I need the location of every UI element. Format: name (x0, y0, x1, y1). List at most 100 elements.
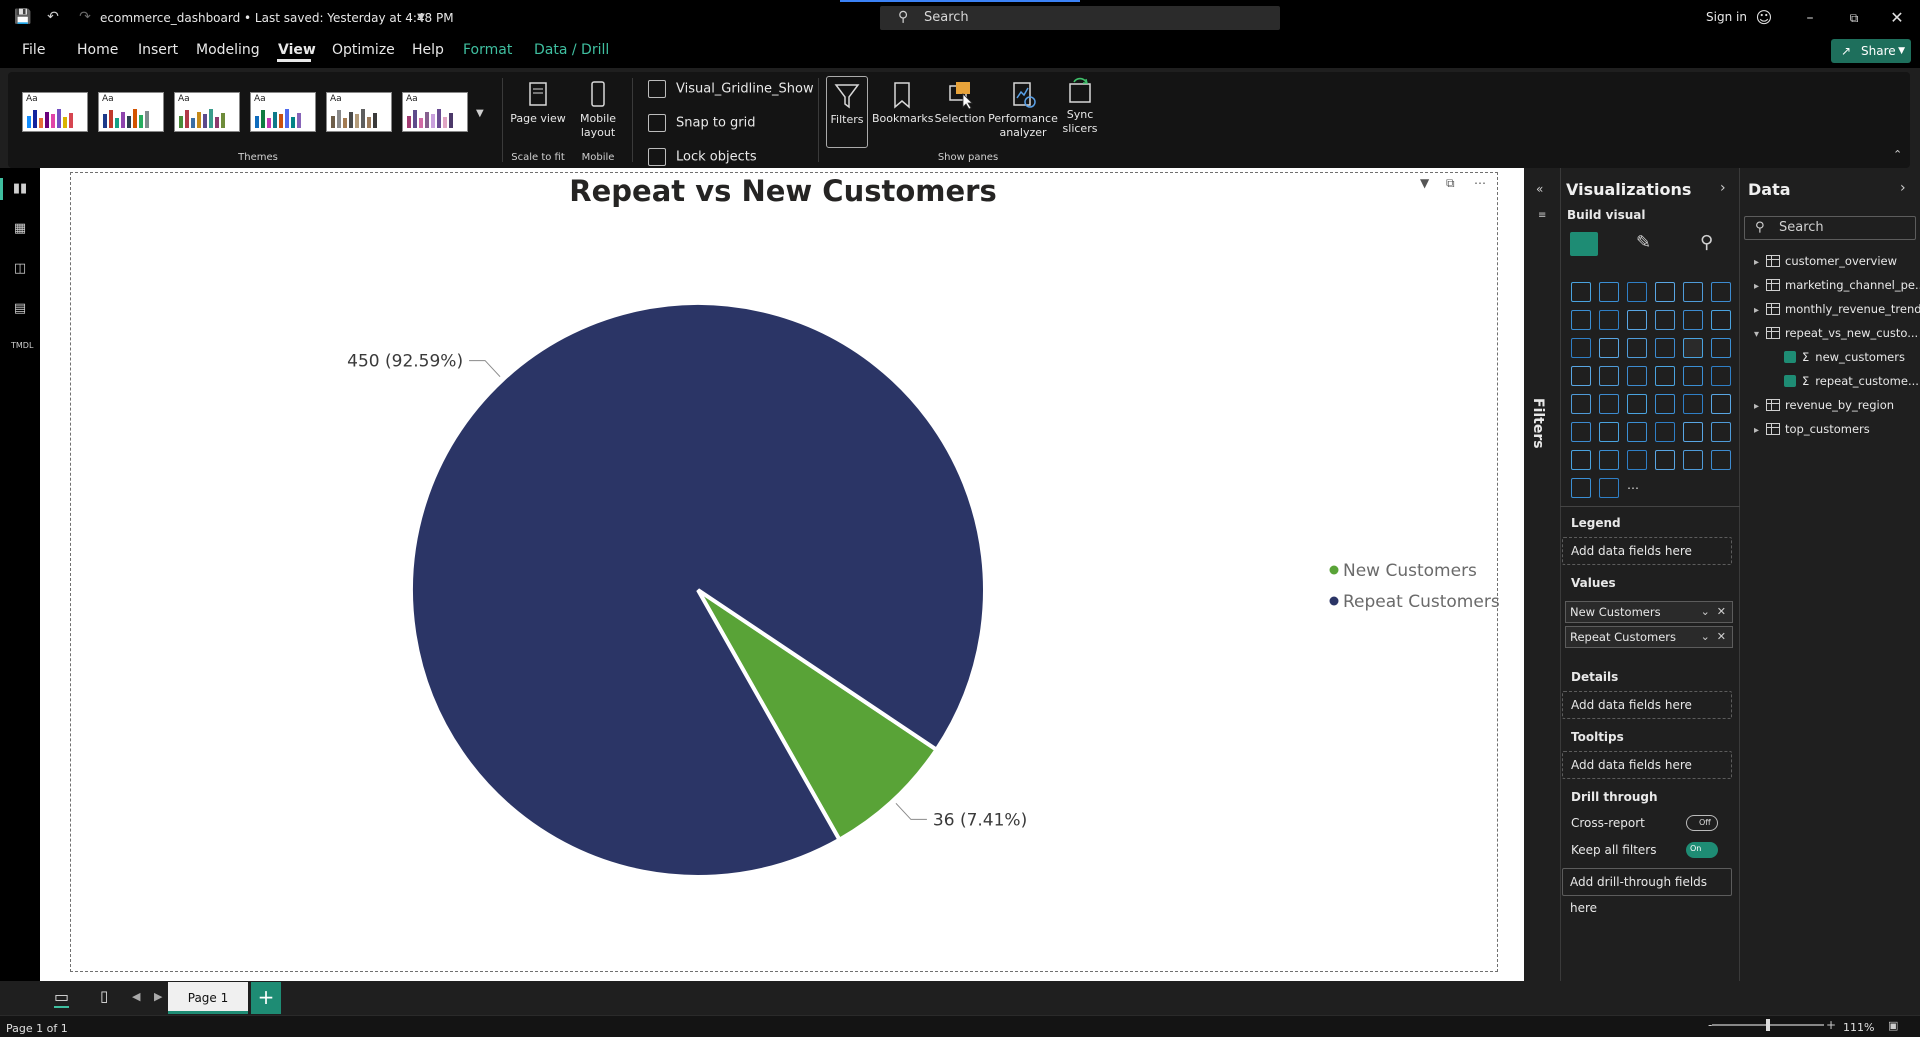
visual-type-icon[interactable] (1571, 422, 1591, 442)
zoom-out-icon[interactable]: - (1708, 1018, 1712, 1032)
document-title[interactable]: ecommerce_dashboard • Last saved: Yester… (100, 11, 454, 25)
visual-type-icon[interactable] (1683, 282, 1703, 302)
visual-type-icon[interactable] (1655, 366, 1675, 386)
visual-type-icon[interactable] (1599, 450, 1619, 470)
mobile-layout-button[interactable]: Mobile layout (570, 80, 626, 140)
expand-filters-icon[interactable]: « (1536, 182, 1543, 196)
legend-item-label[interactable]: Repeat Customers (1343, 592, 1500, 612)
collapse-viz-pane-icon[interactable]: › (1720, 180, 1726, 196)
add-page-button[interactable]: + (251, 982, 281, 1014)
collapse-ribbon-icon[interactable]: ⌃ (1893, 148, 1902, 161)
visual-type-icon[interactable] (1599, 478, 1619, 498)
menu-insert[interactable]: Insert (138, 42, 178, 58)
visual-type-icon[interactable] (1571, 310, 1591, 330)
visual-type-icon[interactable] (1627, 450, 1647, 470)
visual-type-icon[interactable] (1683, 450, 1703, 470)
menu-modeling[interactable]: Modeling (196, 42, 260, 58)
filters-pane-collapsed[interactable]: « ≡ Filters (1524, 168, 1558, 981)
theme-thumbnail[interactable]: Aa (174, 92, 240, 132)
visual-type-icon[interactable] (1711, 282, 1731, 302)
theme-thumbnail[interactable]: Aa (402, 92, 468, 132)
analytics-tab-icon[interactable]: ⚲ (1700, 232, 1713, 253)
gridline-checkbox[interactable]: Visual_Gridline_Show (648, 80, 814, 98)
keep-filters-toggle[interactable]: On (1686, 842, 1718, 858)
visual-type-icon[interactable] (1711, 366, 1731, 386)
table-item-marketing-channel[interactable]: ▸ marketing_channel_pe... (1754, 278, 1920, 292)
cross-report-toggle[interactable]: Off (1686, 815, 1718, 831)
visual-type-icon[interactable] (1683, 422, 1703, 442)
menu-view[interactable]: View (278, 42, 316, 58)
restore-icon[interactable]: ⧉ (1841, 7, 1867, 29)
visual-type-icon[interactable] (1599, 366, 1619, 386)
filters-pane-button[interactable]: Filters (826, 76, 868, 148)
visual-type-icon[interactable] (1599, 282, 1619, 302)
themes-expand-icon[interactable]: ▼ (476, 108, 484, 119)
zoom-in-icon[interactable]: + (1826, 1018, 1836, 1032)
chevron-down-icon[interactable]: ▼ (412, 9, 430, 27)
field-menu-icon[interactable]: ⌄ ✕ (1701, 627, 1726, 647)
tmdl-view-icon[interactable]: TMDL (11, 341, 33, 359)
visual-type-icon[interactable] (1599, 394, 1619, 414)
table-view-icon[interactable]: ▦ (11, 221, 29, 239)
desktop-view-icon[interactable]: ▭ (54, 987, 70, 1008)
save-icon[interactable]: 💾 (14, 8, 32, 26)
theme-thumbnail[interactable]: Aa (250, 92, 316, 132)
minimize-icon[interactable]: – (1797, 7, 1823, 29)
next-page-icon[interactable]: ▶ (154, 990, 162, 1003)
table-item-customer-overview[interactable]: ▸ customer_overview (1754, 254, 1897, 268)
drill-through-drop-zone[interactable]: Add drill-through fields here (1562, 868, 1732, 915)
visual-type-icon[interactable] (1627, 366, 1647, 386)
page-view-button[interactable]: Page view (510, 80, 566, 126)
data-search-input[interactable]: ⚲ Search (1744, 216, 1916, 240)
visual-type-icon[interactable] (1711, 310, 1731, 330)
zoom-thumb[interactable] (1766, 1019, 1770, 1031)
theme-thumbnail[interactable]: Aa (98, 92, 164, 132)
visual-type-icon[interactable] (1655, 338, 1675, 358)
menu-data-drill[interactable]: Data / Drill (534, 42, 609, 58)
table-item-repeat-vs-new[interactable]: ▾ repeat_vs_new_custo... (1754, 326, 1918, 340)
collapse-data-pane-icon[interactable]: › (1900, 180, 1906, 196)
filter-settings-icon[interactable]: ≡ (1538, 210, 1546, 221)
sync-slicers-button[interactable]: Sync slicers (1056, 76, 1104, 136)
performance-analyzer-button[interactable]: Performance analyzer (988, 80, 1058, 140)
search-input[interactable]: ⚲ Search (880, 6, 1280, 30)
visual-type-icon[interactable] (1655, 450, 1675, 470)
theme-thumbnail[interactable]: Aa (22, 92, 88, 132)
visual-type-icon[interactable] (1655, 282, 1675, 302)
legend-item-label[interactable]: New Customers (1343, 561, 1477, 581)
visual-type-icon[interactable] (1711, 422, 1731, 442)
theme-thumbnail[interactable]: Aa (326, 92, 392, 132)
visual-type-icon[interactable] (1655, 310, 1675, 330)
menu-home[interactable]: Home (77, 42, 118, 58)
selection-pane-button[interactable]: Selection (932, 80, 988, 126)
visual-type-icon[interactable] (1571, 338, 1591, 358)
model-view-icon[interactable]: ◫ (11, 261, 29, 279)
previous-page-icon[interactable]: ◀ (132, 990, 140, 1003)
undo-icon[interactable]: ↶ (44, 8, 62, 26)
values-field-repeat-customers[interactable]: Repeat Customers ⌄ ✕ (1565, 626, 1733, 648)
bookmarks-pane-button[interactable]: Bookmarks (872, 80, 933, 126)
field-item-repeat-customers[interactable]: Σrepeat_custome... (1784, 374, 1919, 388)
redo-icon[interactable]: ↷ (76, 8, 94, 26)
visual-type-icon[interactable] (1711, 338, 1731, 358)
mobile-view-icon[interactable]: ▯ (100, 987, 108, 1005)
sign-in-link[interactable]: Sign in (1706, 10, 1747, 24)
visual-type-icon[interactable] (1627, 310, 1647, 330)
table-item-revenue-by-region[interactable]: ▸ revenue_by_region (1754, 398, 1894, 412)
visual-type-icon[interactable]: … (1627, 478, 1647, 498)
visual-type-icon[interactable] (1627, 394, 1647, 414)
user-avatar-icon[interactable]: ☺ (1751, 7, 1777, 29)
visual-type-icon[interactable] (1571, 366, 1591, 386)
close-icon[interactable]: ✕ (1884, 7, 1910, 29)
table-item-top-customers[interactable]: ▸ top_customers (1754, 422, 1870, 436)
menu-file[interactable]: File (22, 42, 45, 58)
page-tab[interactable]: Page 1 (168, 982, 248, 1014)
details-drop-zone[interactable]: Add data fields here (1562, 691, 1732, 719)
snap-to-grid-checkbox[interactable]: Snap to grid (648, 114, 756, 132)
visual-type-icon[interactable] (1599, 310, 1619, 330)
tooltips-drop-zone[interactable]: Add data fields here (1562, 751, 1732, 779)
visual-type-icon[interactable] (1599, 422, 1619, 442)
menu-help[interactable]: Help (412, 42, 444, 58)
lock-objects-checkbox[interactable]: Lock objects (648, 148, 757, 166)
visual-type-icon[interactable] (1711, 394, 1731, 414)
